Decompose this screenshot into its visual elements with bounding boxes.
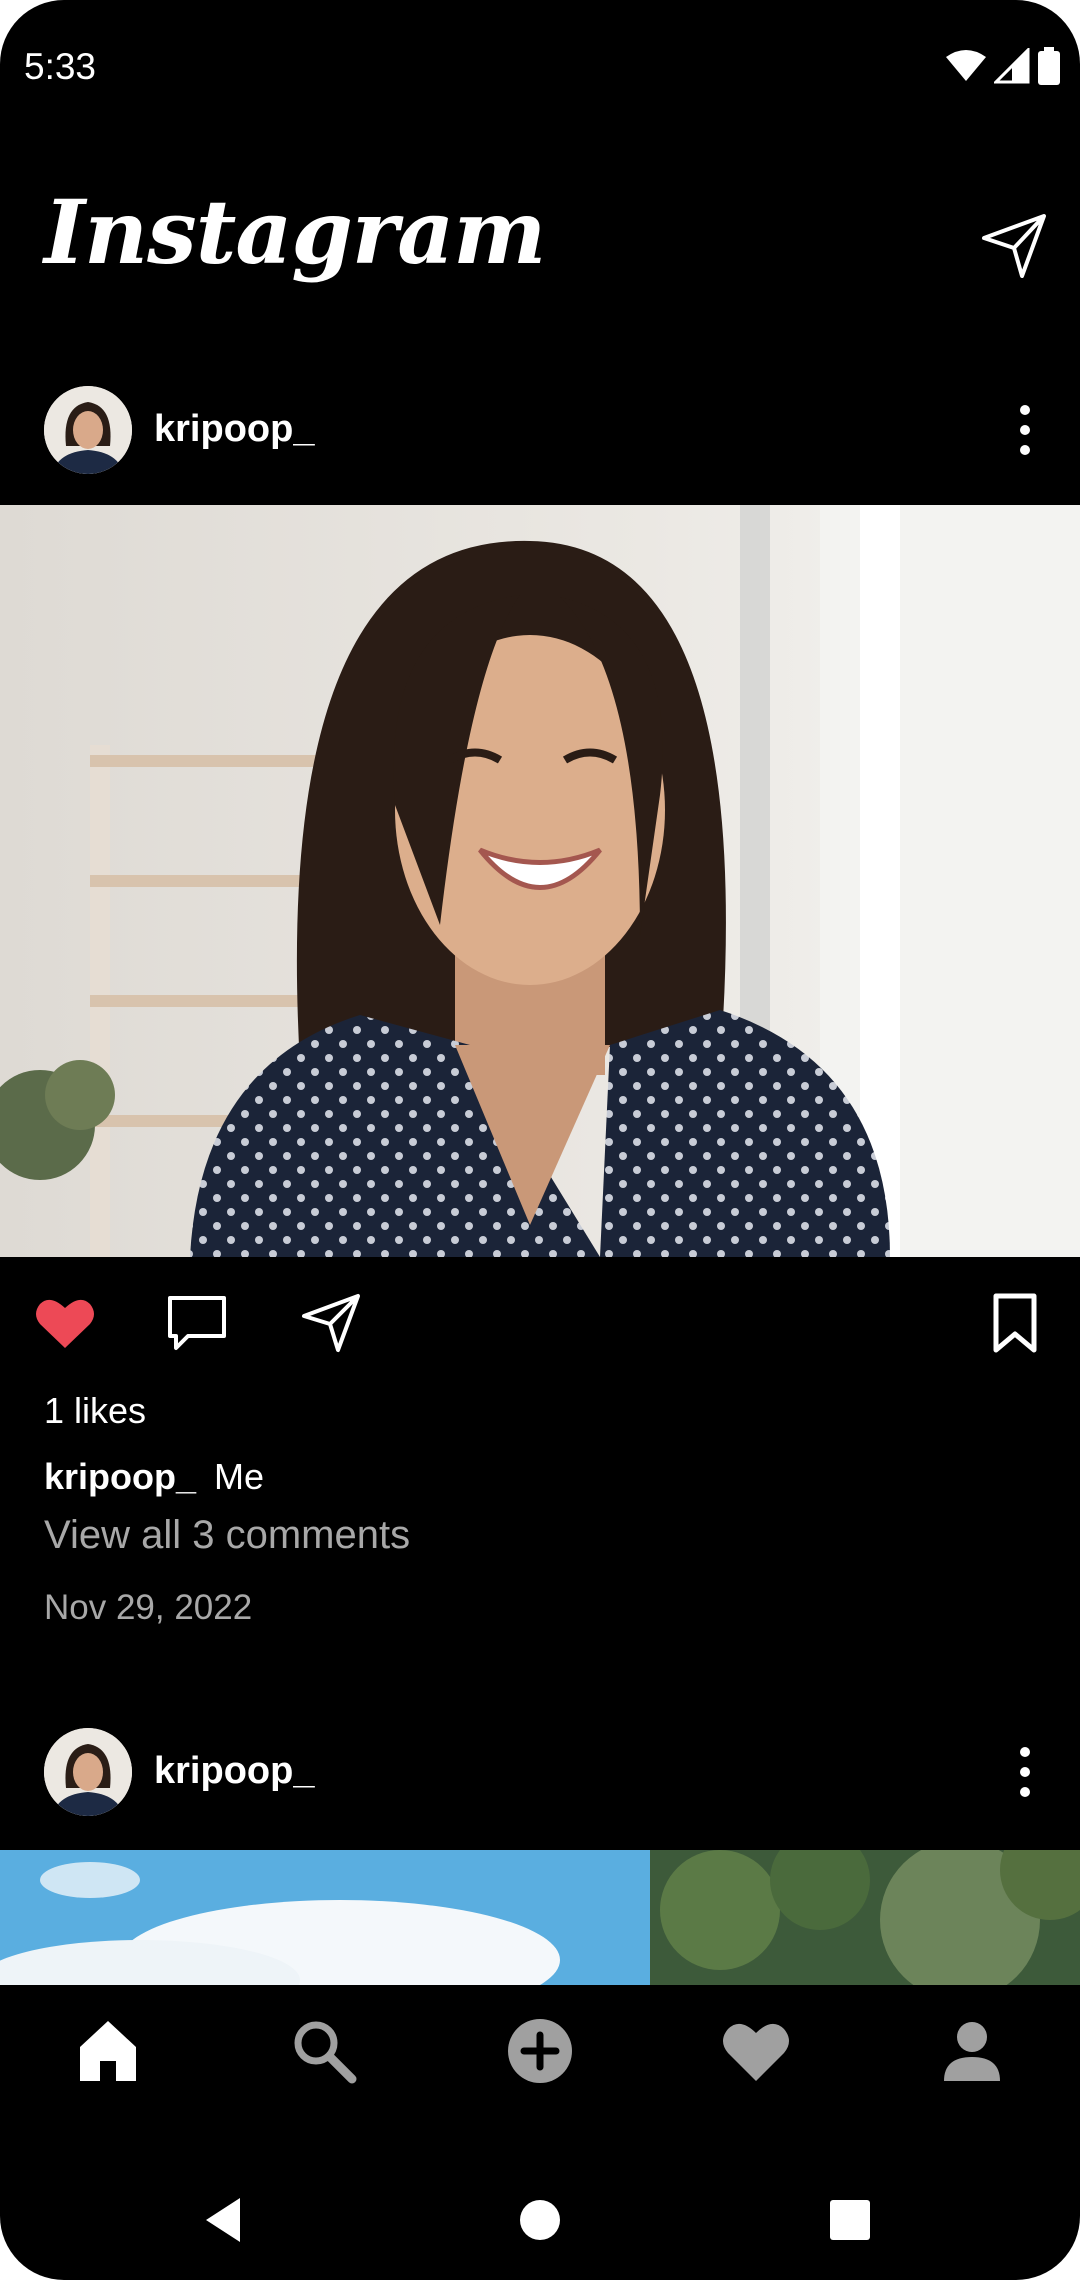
search-icon[interactable]	[286, 2013, 362, 2089]
post-header-2: kripoop_	[0, 1728, 1080, 1838]
home-circle-icon[interactable]	[510, 2190, 570, 2250]
heart-filled-icon[interactable]	[32, 1290, 98, 1356]
signal-icon	[994, 48, 1030, 84]
profile-icon[interactable]	[934, 2013, 1010, 2089]
post-date: Nov 29, 2022	[44, 1588, 253, 1627]
post-actions	[0, 1290, 1080, 1356]
post-username[interactable]: kripoop_	[154, 1750, 314, 1793]
heart-icon[interactable]	[718, 2013, 794, 2089]
add-icon[interactable]	[502, 2013, 578, 2089]
likes-count[interactable]: 1 likes	[44, 1390, 146, 1432]
home-icon[interactable]	[70, 2013, 146, 2089]
status-bar: 5:33	[0, 0, 1080, 120]
direct-message-button[interactable]	[978, 210, 1050, 282]
status-icons	[946, 46, 1060, 86]
status-time: 5:33	[24, 46, 97, 87]
post-header: kripoop_	[0, 386, 1080, 496]
avatar[interactable]	[44, 1728, 132, 1816]
comment-icon[interactable]	[164, 1290, 230, 1356]
system-nav-bar	[0, 2150, 1080, 2280]
post-image[interactable]	[0, 505, 1080, 1257]
caption-username[interactable]: kripoop_	[44, 1456, 196, 1497]
phone-screen: 5:33 Instagram kripoop_ 1 likes kripoop_…	[0, 0, 1080, 2280]
recents-icon[interactable]	[820, 2190, 880, 2250]
bookmark-icon[interactable]	[982, 1290, 1048, 1356]
post-username[interactable]: kripoop_	[154, 408, 314, 451]
wifi-icon	[946, 50, 986, 81]
post-caption: kripoop_ Me	[44, 1456, 264, 1498]
caption-text: Me	[214, 1456, 265, 1497]
battery-icon	[1038, 47, 1060, 85]
more-vertical-icon[interactable]	[1010, 402, 1040, 458]
app-header: Instagram	[0, 160, 1080, 320]
paper-plane-icon	[982, 214, 1046, 278]
more-vertical-icon[interactable]	[1010, 1744, 1040, 1800]
back-icon[interactable]	[196, 2190, 256, 2250]
bottom-nav	[0, 1985, 1080, 2115]
instagram-logo: Instagram	[44, 180, 546, 284]
share-paper-plane-icon[interactable]	[298, 1290, 364, 1356]
post-image-2[interactable]	[0, 1850, 1080, 1985]
avatar[interactable]	[44, 386, 132, 474]
view-comments-link[interactable]: View all 3 comments	[44, 1513, 410, 1558]
